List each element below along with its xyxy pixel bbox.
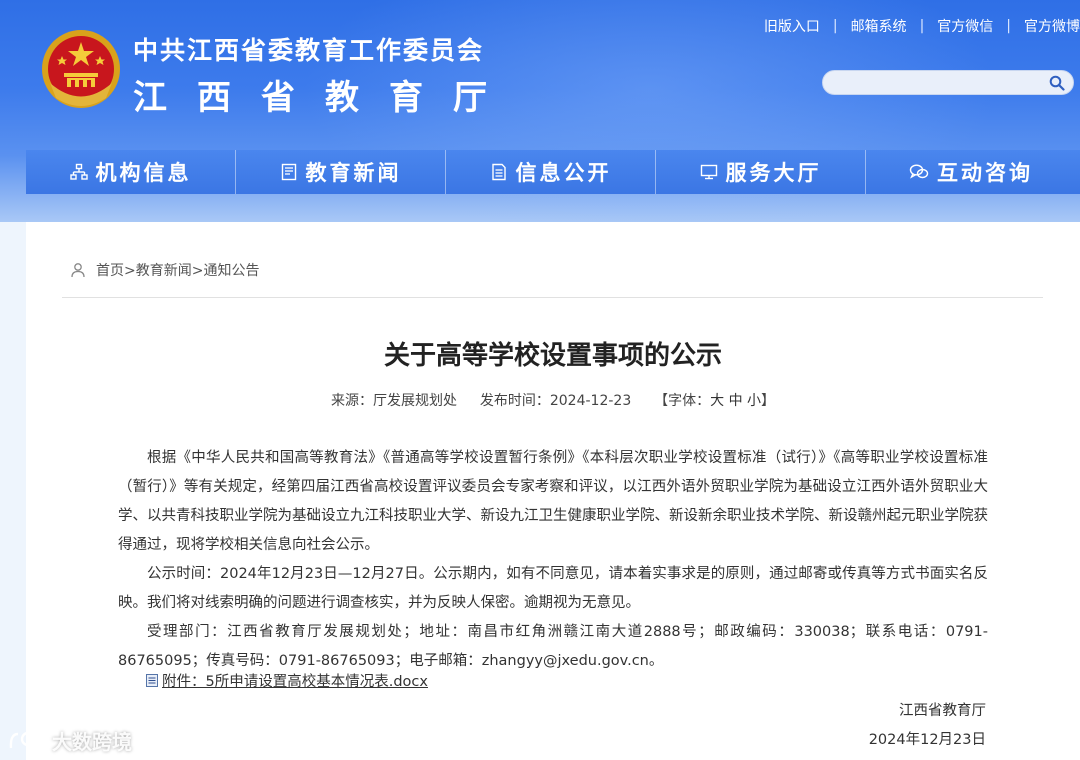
org-name-party: 中共江西省委教育工作委员会 xyxy=(133,36,485,65)
monitor-icon xyxy=(700,164,717,180)
user-location-icon xyxy=(71,263,85,278)
search-input[interactable] xyxy=(835,74,1049,93)
signature-date: 2024年12月23日 xyxy=(868,732,986,748)
article-meta: 来源：厅发展规划处 发布时间：2024-12-23 【字体：大 中 小】 xyxy=(26,390,1080,410)
org-name-department: 江西省教育厅 xyxy=(133,78,517,118)
breadcrumb-news[interactable]: 教育新闻> xyxy=(136,260,204,280)
news-icon xyxy=(281,163,296,181)
attachment-link[interactable]: 附件：5所申请设置高校基本情况表.docx xyxy=(162,670,428,691)
attachment: 附件：5所申请设置高校基本情况表.docx xyxy=(146,670,428,691)
font-size-bracket: 】 xyxy=(761,393,776,409)
breadcrumb-notices[interactable]: 通知公告 xyxy=(203,260,259,280)
date-label: 发布时间： xyxy=(479,393,550,409)
article-panel: 首页> 教育新闻> 通知公告 关于高等学校设置事项的公示 来源：厅发展规划处 发… xyxy=(26,222,1080,760)
chat-bubbles-icon xyxy=(909,164,929,179)
font-size-label: 【字体： xyxy=(654,393,711,409)
article-title: 关于高等学校设置事项的公示 xyxy=(383,341,722,371)
nav-label: 互动咨询 xyxy=(937,161,1033,185)
nav-item-interaction[interactable]: 互动咨询 xyxy=(866,150,1076,194)
source-label: 来源： xyxy=(330,393,373,409)
site-header: 中共江西省委教育工作委员会 江西省教育厅 旧版入口 | 邮箱系统 | 官方微信 … xyxy=(0,0,1080,222)
nav-item-news[interactable]: 教育新闻 xyxy=(236,150,446,194)
date-value: 2024-12-23 xyxy=(549,393,632,409)
paragraph: 公示时间：2024年12月23日—12月27日。公示期内，如有不同意见，请本着实… xyxy=(118,566,988,611)
official-weibo-link[interactable]: 官方微博 xyxy=(1024,16,1080,36)
divider: | xyxy=(832,18,838,34)
brand-logo-icon xyxy=(9,731,48,748)
org-chart-icon xyxy=(69,163,88,180)
top-links: 旧版入口 | 邮箱系统 | 官方微信 | 官方微博 xyxy=(764,16,1080,36)
divider xyxy=(62,297,1043,298)
source-value: 厅发展规划处 xyxy=(372,393,457,409)
divider: | xyxy=(919,18,925,34)
signature: 江西省教育厅 xyxy=(899,703,986,719)
font-size-medium-button[interactable]: 中 xyxy=(729,393,743,409)
nav-label: 服务大厅 xyxy=(725,161,822,185)
divider: | xyxy=(1006,18,1011,34)
font-size-small-button[interactable]: 小 xyxy=(747,393,761,409)
breadcrumb: 首页> 教育新闻> 通知公告 xyxy=(70,260,259,280)
nav-item-organization[interactable]: 机构信息 xyxy=(26,150,236,194)
nav-label: 机构信息 xyxy=(95,161,192,185)
nav-item-info-disclosure[interactable]: 信息公开 xyxy=(446,150,656,194)
search-box xyxy=(822,70,1074,95)
watermark-text: 大数跨境 xyxy=(52,730,132,754)
nav-item-service-hall[interactable]: 服务大厅 xyxy=(656,150,866,194)
font-size-large-button[interactable]: 大 xyxy=(710,393,724,409)
search-icon[interactable] xyxy=(1049,75,1065,91)
national-emblem-icon xyxy=(42,30,120,108)
main-nav: 机构信息 教育新闻 信息公开 服务大厅 互动咨询 xyxy=(26,150,1080,194)
nav-label: 信息公开 xyxy=(515,161,612,185)
watermark: 大数跨境 xyxy=(8,726,132,755)
paragraph: 根据《中华人民共和国高等教育法》《普通高等学校设置暂行条例》《本科层次职业学校设… xyxy=(118,450,988,553)
file-icon xyxy=(146,674,158,687)
mail-system-link[interactable]: 邮箱系统 xyxy=(851,16,907,36)
nav-label: 教育新闻 xyxy=(305,161,402,185)
paragraph: 受理部门：江西省教育厅发展规划处；地址：南昌市红角洲赣江南大道2888号；邮政编… xyxy=(118,624,988,669)
old-version-link[interactable]: 旧版入口 xyxy=(764,16,820,36)
breadcrumb-home[interactable]: 首页> xyxy=(96,260,136,280)
article-body: 根据《中华人民共和国高等教育法》《普通高等学校设置暂行条例》《本科层次职业学校设… xyxy=(118,444,988,676)
official-wechat-link[interactable]: 官方微信 xyxy=(937,16,993,36)
document-icon xyxy=(491,163,506,181)
